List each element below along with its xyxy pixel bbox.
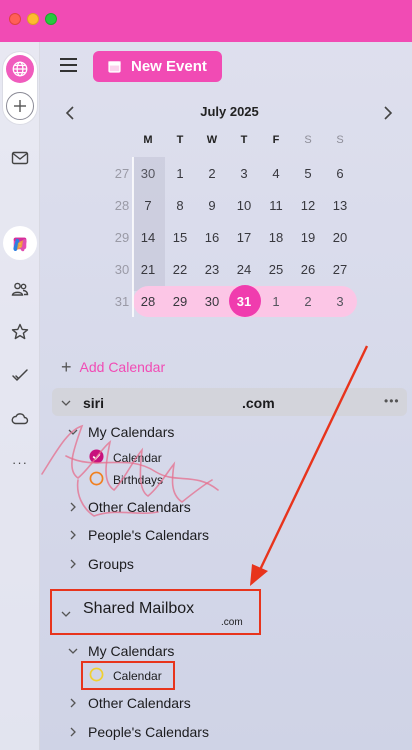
title-bar [0,0,412,42]
more-options-icon[interactable]: ••• [384,394,400,408]
weekday-header: S [336,134,344,146]
calendar-day[interactable]: 17 [230,230,258,245]
shared-calendar-item[interactable]: Calendar [113,669,162,683]
weekday-header: F [272,134,280,146]
calendar-day[interactable]: 1 [166,166,194,181]
calendar-day[interactable]: 23 [198,262,226,277]
zoom-window-button[interactable] [45,13,57,25]
calendar-day[interactable]: 11 [262,198,290,213]
month-title: July 2025 [200,104,259,119]
calendar-day[interactable]: 12 [294,198,322,213]
cloud-icon[interactable] [3,401,37,435]
new-event-label: New Event [131,58,207,75]
minimize-window-button[interactable] [27,13,39,25]
mail-icon[interactable] [3,141,37,175]
weekday-header: T [176,134,184,146]
calendar-day[interactable]: 8 [166,198,194,213]
weekday-header: S [304,134,312,146]
chevron-down-icon[interactable] [61,609,71,619]
shared-peoples-calendars-group[interactable]: People's Calendars [88,724,209,740]
calendar-day[interactable]: 3 [326,294,354,309]
menu-icon[interactable] [60,58,78,72]
week-number: 29 [114,230,130,245]
weekday-header: W [206,134,218,146]
next-month-icon[interactable] [383,106,393,120]
calendar-day[interactable]: 5 [294,166,322,181]
calendar-day[interactable]: 2 [198,166,226,181]
arrow-annotation [250,345,369,586]
calendar-day[interactable]: 22 [166,262,194,277]
scribble-annotation [41,424,219,517]
weekday-header: T [240,134,248,146]
week-number: 28 [114,198,130,213]
chevron-down-icon[interactable] [61,398,71,408]
app-rail: ··· [0,42,40,750]
shared-other-calendars-group[interactable]: Other Calendars [88,695,191,711]
shared-mailbox-name[interactable]: Shared Mailbox [83,600,194,618]
close-window-button[interactable] [9,13,21,25]
calendar-day[interactable]: 9 [198,198,226,213]
more-icon[interactable]: ··· [3,445,37,479]
week-number: 30 [114,262,130,277]
calendar-icon [108,61,121,73]
calendar-day[interactable]: 15 [166,230,194,245]
calendar-day[interactable]: 30 [134,166,162,181]
week-number: 31 [114,294,130,309]
plus-icon: + [61,357,72,377]
calendar-day[interactable]: 1 [262,294,290,309]
calendar-day[interactable]: 18 [262,230,290,245]
shared-mailbox-domain: .com [221,617,243,628]
add-calendar-button[interactable]: + Add Calendar [61,358,165,376]
calendar-day[interactable]: 25 [262,262,290,277]
calendar-day[interactable]: 20 [326,230,354,245]
calendar-day[interactable]: 19 [294,230,322,245]
calendar-day[interactable]: 2 [294,294,322,309]
chevron-right-icon[interactable] [68,559,78,569]
week-number: 27 [114,166,130,181]
add-calendar-label: Add Calendar [79,359,166,375]
calendar-day[interactable]: 26 [294,262,322,277]
calendar-day[interactable]: 27 [326,262,354,277]
todo-icon[interactable] [3,358,37,392]
weekday-header: M [143,134,153,146]
shared-my-calendars-group[interactable]: My Calendars [88,643,174,659]
people-icon[interactable] [3,272,37,306]
calendar-day[interactable]: 28 [134,294,162,309]
shared-calendar-checkbox[interactable] [89,667,104,682]
calendar-day[interactable]: 30 [198,294,226,309]
calendar-day[interactable]: 6 [326,166,354,181]
calendar-day[interactable]: 14 [134,230,162,245]
calendar-day[interactable]: 16 [198,230,226,245]
calendar-day[interactable]: 29 [166,294,194,309]
calendar-day[interactable]: 10 [230,198,258,213]
groups-group[interactable]: Groups [88,556,134,572]
calendar-day[interactable]: 7 [134,198,162,213]
star-icon[interactable] [3,315,37,349]
chevron-down-icon[interactable] [68,646,78,656]
chevron-right-icon[interactable] [68,698,78,708]
calendar-day[interactable]: 13 [326,198,354,213]
calendar-day[interactable]: 4 [262,166,290,181]
account-name: siri [83,395,105,411]
globe-icon[interactable] [6,55,34,83]
copilot-icon[interactable] [3,228,37,262]
calendar-day[interactable]: 3 [230,166,258,181]
new-event-button[interactable]: New Event [93,51,222,82]
calendar-day[interactable]: 21 [134,262,162,277]
calendar-day[interactable]: 31 [230,294,258,309]
chevron-right-icon[interactable] [68,727,78,737]
calendar-day[interactable]: 24 [230,262,258,277]
